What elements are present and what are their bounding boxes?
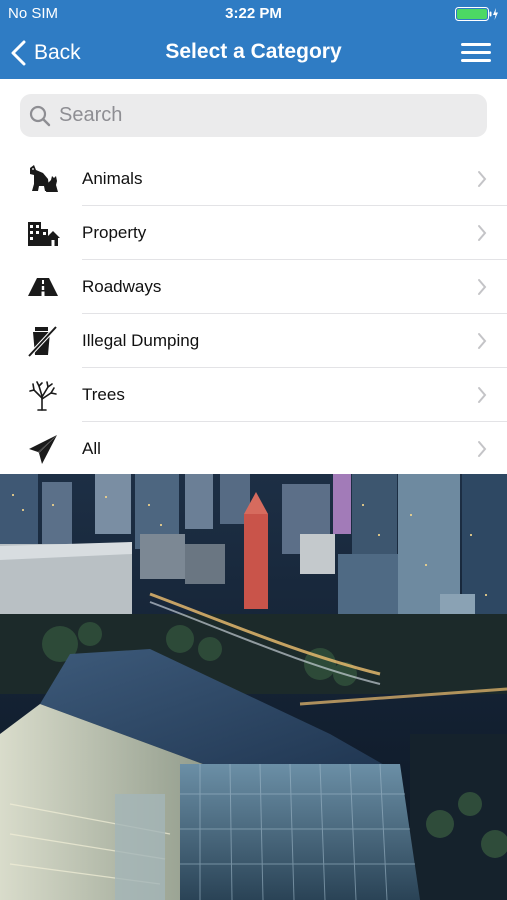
chevron-right-icon <box>478 171 487 187</box>
category-row-trees[interactable]: Trees <box>0 368 507 422</box>
category-label: All <box>82 439 101 458</box>
chevron-right-icon <box>478 279 487 295</box>
category-row-roadways[interactable]: Roadways <box>0 260 507 314</box>
road-icon <box>28 278 58 296</box>
chevron-right-icon <box>478 225 487 241</box>
dog-cat-icon <box>30 165 58 192</box>
category-row-property[interactable]: Property <box>0 206 507 260</box>
chevron-right-icon <box>478 387 487 403</box>
paper-plane-icon <box>29 435 57 464</box>
category-row-illegal-dumping[interactable]: Illegal Dumping <box>0 314 507 368</box>
no-dumping-icon <box>27 325 58 358</box>
page-title: Select a Category <box>165 40 342 63</box>
city-skyline-image <box>0 474 507 900</box>
tree-icon <box>29 381 57 411</box>
category-label: Property <box>82 223 147 242</box>
category-label: Animals <box>82 169 143 188</box>
buildings-house-icon <box>28 222 60 246</box>
category-row-all[interactable]: All <box>0 422 507 476</box>
status-bar: No SIM 3:22 PM <box>0 0 507 26</box>
chevron-right-icon <box>478 441 487 457</box>
search-field-container[interactable] <box>20 94 487 137</box>
hamburger-menu-icon[interactable] <box>461 43 491 63</box>
chevron-right-icon <box>478 333 487 349</box>
search-bar <box>20 94 487 137</box>
category-label: Roadways <box>82 277 162 296</box>
navigation-bar: Back Select a Category <box>0 26 507 79</box>
category-label: Trees <box>82 385 125 404</box>
battery-icon <box>455 7 498 21</box>
category-row-animals[interactable]: Animals <box>0 152 507 206</box>
category-label: Illegal Dumping <box>82 331 200 350</box>
search-icon <box>29 105 51 126</box>
clock: 3:22 PM <box>225 5 282 22</box>
search-input[interactable] <box>57 103 461 128</box>
category-list: Animals Property Roadways Illegal Dumpin… <box>0 152 507 476</box>
